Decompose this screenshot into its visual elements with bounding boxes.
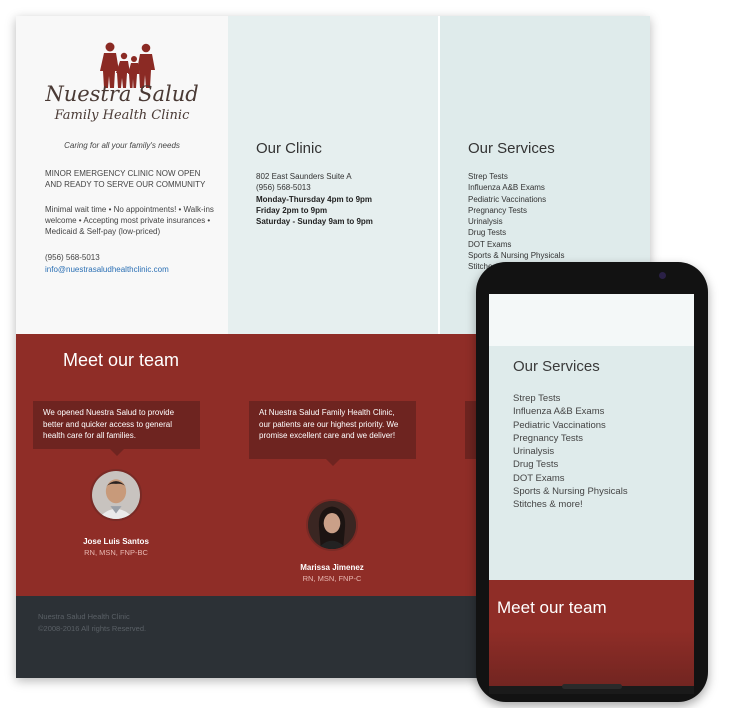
quote-bubble: At Nuestra Salud Family Health Clinic, o… <box>249 401 416 466</box>
service-item: Sports & Nursing Physicals <box>468 251 565 261</box>
service-item: Strep Tests <box>513 393 561 404</box>
phone-services-title: Our Services <box>513 358 600 375</box>
quote-bubble: We opened Nuestra Salud to provide bette… <box>33 401 200 456</box>
service-item: Sports & Nursing Physicals <box>513 486 628 498</box>
service-item: Drug Tests <box>513 459 559 471</box>
speaker-grille <box>562 684 622 689</box>
person-icon <box>92 471 140 519</box>
person-icon <box>308 501 356 549</box>
member-credentials: RN, MSN, FNP-C <box>302 574 362 583</box>
service-item: Stitches & more! <box>513 499 583 511</box>
phone-services-list: Strep Tests Influenza A&B Exams Pediatri… <box>513 392 628 512</box>
phone-team-title: Meet our team <box>497 598 607 617</box>
clinic-phone: (956) 568-5013 <box>256 183 311 193</box>
footer-name: Nuestra Salud Health Clinic <box>38 612 130 621</box>
member-name: Marissa Jimenez <box>300 563 364 572</box>
footer-copyright: ©2008-2016 All rights Reserved. <box>38 624 147 633</box>
services-title: Our Services <box>468 140 555 157</box>
team-title: Meet our team <box>63 350 180 370</box>
service-item: DOT Exams <box>468 239 512 249</box>
team-photo-avatar <box>90 469 142 521</box>
service-item: Influenza A&B Exams <box>513 406 605 418</box>
service-item: DOT Exams <box>513 472 565 484</box>
service-item: Urinalysis <box>468 217 503 227</box>
phone-screen: Our Services Strep Tests Influenza A&B E… <box>489 294 694 694</box>
announcement: MINOR EMERGENCY CLINIC NOW OPEN AND READ… <box>45 169 206 189</box>
phone-team-section: Meet our team <box>489 580 694 694</box>
tagline: Caring for all your family's needs <box>64 141 180 150</box>
intro-column: Nuestra Salud Family Health Clinic Carin… <box>16 16 228 334</box>
phone-header <box>489 310 694 346</box>
member-name: Jose Luis Santos <box>83 537 149 546</box>
service-item: Pregnancy Tests <box>513 432 584 444</box>
features-text: Minimal wait time • No appointments! • W… <box>45 205 214 236</box>
service-item: Drug Tests <box>468 228 507 238</box>
team-photo-avatar <box>306 499 358 551</box>
phone-mockup: Our Services Strep Tests Influenza A&B E… <box>476 262 708 702</box>
hours-line: Friday 2pm to 9pm <box>256 205 328 215</box>
intro-phone: (956) 568-5013 <box>45 253 100 262</box>
service-item: Strep Tests <box>468 172 508 181</box>
service-item: Urinalysis <box>513 446 555 458</box>
services-list: Strep Tests Influenza A&B Exams Pediatri… <box>468 171 564 273</box>
member-credentials: RN, MSN, FNP-BC <box>84 548 148 557</box>
hours-line: Saturday - Sunday 9am to 9pm <box>256 217 373 227</box>
service-item: Pediatric Vaccinations <box>513 419 606 431</box>
status-bar <box>489 294 694 310</box>
email-link[interactable]: info@nuestrasaludhealthclinic.com <box>45 264 217 275</box>
hours-line: Monday-Thursday 4pm to 9pm <box>256 194 373 204</box>
clinic-column: Our Clinic 802 East Saunders Suite A (95… <box>228 16 438 334</box>
clinic-details: 802 East Saunders Suite A (956) 568-5013… <box>256 171 373 227</box>
service-item: Pediatric Vaccinations <box>468 194 547 204</box>
logo-subtitle: Family Health Clinic <box>54 108 190 123</box>
service-item: Influenza A&B Exams <box>468 183 545 193</box>
camera-icon <box>659 272 666 279</box>
service-item: Pregnancy Tests <box>468 205 527 215</box>
logo-wordmark: Nuestra Salud <box>45 82 199 106</box>
clinic-address: 802 East Saunders Suite A <box>256 172 352 181</box>
clinic-title: Our Clinic <box>256 140 322 157</box>
